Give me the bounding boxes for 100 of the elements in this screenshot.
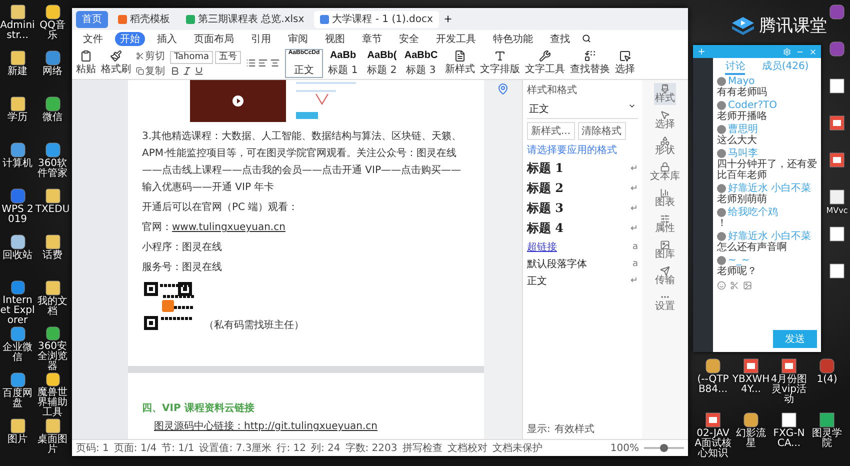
style-list-item[interactable]: 标题 3 xyxy=(527,200,564,217)
folder-icon[interactable] xyxy=(10,50,26,66)
menu-tab[interactable]: 开发工具 xyxy=(431,32,481,46)
ribbon-button[interactable]: 格式刷 xyxy=(101,50,131,76)
sidebar-button[interactable]: 图库 xyxy=(654,239,676,261)
app-icon[interactable] xyxy=(705,358,721,374)
app-icon[interactable] xyxy=(10,372,26,388)
app-icon[interactable] xyxy=(10,234,26,250)
ribbon-button[interactable]: 文字排版 xyxy=(480,50,520,76)
align-center-icon[interactable] xyxy=(270,58,280,68)
settings-icon[interactable] xyxy=(783,48,791,56)
desktop-icon-label[interactable]: FXG-NCA... xyxy=(770,429,808,449)
document-tab[interactable]: 稻壳模板 xyxy=(112,10,176,28)
align-left-icon[interactable] xyxy=(258,58,268,68)
new-tab-icon[interactable] xyxy=(442,14,453,24)
pdf-file-icon[interactable] xyxy=(829,152,845,168)
app-icon[interactable] xyxy=(44,96,60,112)
sidebar-button[interactable]: 设置 xyxy=(654,291,676,313)
scissors-icon[interactable] xyxy=(730,281,739,290)
pdf-file-icon[interactable] xyxy=(829,115,845,131)
menu-tab[interactable]: 特色功能 xyxy=(488,32,538,46)
folder-icon[interactable] xyxy=(44,280,60,296)
style-list-item[interactable]: 标题 4 xyxy=(527,220,564,237)
app-icon[interactable] xyxy=(44,50,60,66)
document-icon[interactable] xyxy=(829,263,845,279)
ribbon-button[interactable]: 粘贴 xyxy=(76,50,96,76)
app-icon[interactable] xyxy=(10,188,26,204)
style-list-item[interactable]: 默认段落字体 xyxy=(527,257,587,271)
desktop-icon-label[interactable]: Administr... xyxy=(0,21,35,41)
menu-tab[interactable]: 开始 xyxy=(115,32,145,46)
folder-icon[interactable] xyxy=(44,188,60,204)
desktop-icon-label[interactable]: TXEDU xyxy=(35,205,70,215)
desktop-icon-label[interactable]: 网络 xyxy=(42,67,62,77)
italic-icon[interactable] xyxy=(182,66,192,76)
app-icon[interactable] xyxy=(10,326,26,342)
document-tab[interactable]: 大学课程 - 1 (1).docx xyxy=(314,10,439,28)
app-icon[interactable] xyxy=(819,412,835,428)
panel-button[interactable]: 新样式... xyxy=(527,122,575,140)
app-icon[interactable] xyxy=(44,326,60,341)
underline-icon[interactable] xyxy=(194,66,204,76)
sidebar-button[interactable]: 样式 xyxy=(654,83,676,105)
sidebar-button[interactable]: 选择 xyxy=(654,109,676,131)
menu-tab[interactable]: 查找 xyxy=(545,32,575,46)
show-dropdown[interactable]: 有效样式 xyxy=(554,422,594,436)
style-preset[interactable]: AaBbC 标题 3 xyxy=(402,48,440,78)
style-dropdown[interactable]: 正文 xyxy=(527,100,638,119)
pdf-file-icon[interactable] xyxy=(781,358,797,374)
desktop-icon-label[interactable]: 桌面图片 xyxy=(35,435,70,455)
desktop-icon-label[interactable]: 4月份图灵vip活动 xyxy=(770,375,808,405)
menu-tab[interactable]: 安全 xyxy=(394,32,424,46)
app-icon[interactable] xyxy=(44,4,60,20)
desktop-icon-label[interactable]: 360软件管家 xyxy=(35,159,70,179)
app-icon[interactable] xyxy=(743,412,759,428)
desktop-icon-label[interactable]: Internet Explorer xyxy=(0,296,35,326)
pdf-file-icon[interactable] xyxy=(743,358,759,374)
sidebar-button[interactable]: 文本库 xyxy=(649,161,681,183)
folder-icon[interactable] xyxy=(44,234,60,250)
desktop-icon-label[interactable]: 1(4) xyxy=(816,375,838,385)
menu-tab[interactable]: 审阅 xyxy=(283,32,313,46)
image-icon[interactable] xyxy=(743,281,752,290)
style-list-item[interactable]: 标题 2 xyxy=(527,180,564,197)
panel-button[interactable]: 清除格式 xyxy=(578,122,626,140)
ribbon-button[interactable]: 文字工具 xyxy=(525,50,566,76)
document-icon[interactable] xyxy=(829,78,845,94)
app-icon[interactable] xyxy=(10,142,26,158)
location-pin-icon[interactable] xyxy=(497,83,509,95)
desktop-icon-label[interactable]: QQ音乐 xyxy=(35,21,70,41)
emoji-icon[interactable] xyxy=(717,281,726,290)
document-icon[interactable] xyxy=(829,226,845,242)
desktop-icon-label[interactable]: (--QTPB84... xyxy=(694,375,732,395)
search-icon[interactable] xyxy=(582,34,591,43)
ribbon-button[interactable]: 查找替换 xyxy=(570,50,610,76)
document-icon[interactable] xyxy=(781,412,797,428)
desktop-icon-label[interactable]: MVvc xyxy=(826,206,848,216)
desktop-icon-label[interactable]: YBXWH4Y... xyxy=(732,375,770,395)
website-link[interactable]: www.tulingxueyuan.cn xyxy=(172,222,286,233)
app-icon[interactable] xyxy=(44,142,60,158)
folder-icon[interactable] xyxy=(10,96,26,112)
menu-tab[interactable]: 视图 xyxy=(320,32,350,46)
desktop-icon-label[interactable]: 新建 xyxy=(8,67,28,77)
close-icon[interactable] xyxy=(809,48,817,56)
pdf-file-icon[interactable] xyxy=(705,412,721,428)
menu-tab[interactable]: 文件 xyxy=(78,32,108,46)
desktop-icon-label[interactable]: 幻影流星 xyxy=(732,429,770,449)
desktop-icon-label[interactable]: 学历 xyxy=(8,113,28,123)
desktop-icon-label[interactable]: 02-JAVA面试核心知识 xyxy=(694,429,732,459)
app-icon[interactable] xyxy=(10,280,26,295)
menu-tab[interactable]: 插入 xyxy=(152,32,182,46)
ribbon-button[interactable]: 选择 xyxy=(615,50,636,76)
desktop-icon-label[interactable]: 我的文档 xyxy=(35,297,70,317)
style-list-item[interactable]: 标题 1 xyxy=(527,160,564,177)
document-icon[interactable] xyxy=(829,189,845,205)
desktop-icon-label[interactable]: 话费 xyxy=(42,251,62,261)
desktop-icon-label[interactable]: 魔兽世界辅助工具 xyxy=(35,388,70,418)
folder-icon[interactable] xyxy=(44,418,60,434)
sidebar-button[interactable]: 传输 xyxy=(654,265,676,287)
desktop-icon-label[interactable]: 图灵学院 xyxy=(808,429,846,449)
font-size-field[interactable]: 五号 xyxy=(215,50,242,64)
desktop-icon-label[interactable]: 计算机 xyxy=(2,159,32,169)
desktop-icon-label[interactable]: 回收站 xyxy=(2,251,32,261)
